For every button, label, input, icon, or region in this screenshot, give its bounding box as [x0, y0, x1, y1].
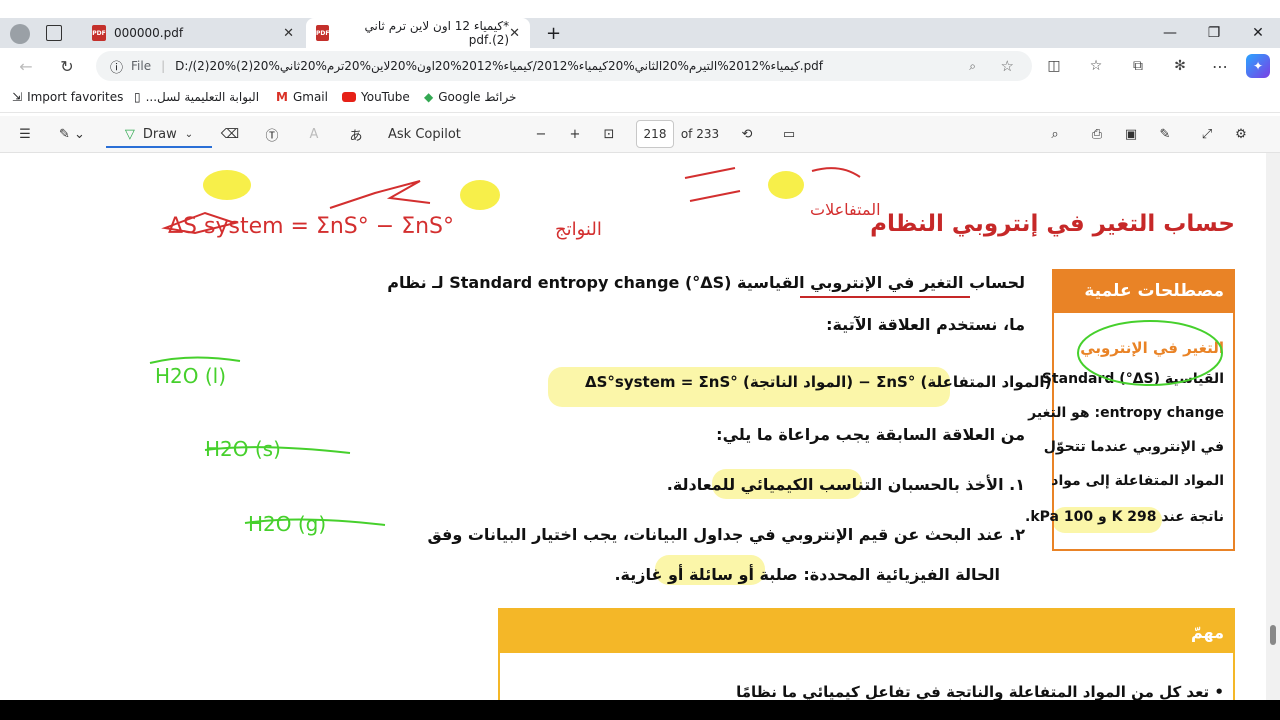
page-total: of 233: [680, 127, 720, 141]
favorites-bar: ⇲ Import favorites البوابة التعليمية لسل.…: [0, 84, 1280, 113]
refresh-icon[interactable]: ↻: [55, 54, 79, 78]
tab-strip: PDF 000000.pdf ✕ PDF *كيمياء 12 اون لاين…: [0, 18, 1280, 48]
favorite-maps[interactable]: ◆ Google خرائط: [424, 90, 516, 104]
print-icon[interactable]: ⎙: [1086, 122, 1108, 146]
page-number-input[interactable]: 218: [636, 120, 674, 148]
save-icon[interactable]: ▣: [1120, 122, 1142, 146]
ink-text-red: ΔS system = ΣnS° − ΣnS°: [168, 214, 454, 239]
restore-button[interactable]: ❐: [1192, 18, 1236, 48]
pdf-icon: PDF: [92, 25, 106, 41]
favorite-gmail[interactable]: M Gmail: [276, 90, 328, 104]
rotate-icon[interactable]: ⟲: [736, 122, 758, 146]
youtube-icon: [342, 92, 356, 102]
tab-label: *كيمياء 12 اون لاين ترم ثاني (2).pdf: [364, 19, 510, 47]
pdf-icon: PDF: [316, 25, 330, 41]
favorite-youtube[interactable]: YouTube: [342, 90, 410, 104]
pdf-page[interactable]: حساب التغير في إنتروبي النظام لحساب التغ…: [0, 153, 1280, 700]
gmail-icon: M: [276, 90, 288, 104]
split-screen-icon[interactable]: ◫: [1042, 54, 1066, 78]
ink-annotations: ΔS system = ΣnS° − ΣnS° النواتج المتفاعل…: [149, 167, 1223, 536]
eraser-icon[interactable]: ⌫: [218, 122, 242, 146]
favorites-icon[interactable]: ☆: [1084, 54, 1108, 78]
page-icon: ▯: [134, 90, 141, 104]
ink-text-red: المتفاعلات: [810, 200, 881, 219]
page-view-icon[interactable]: ▭: [778, 122, 800, 146]
favorite-star-icon[interactable]: ☆: [1001, 57, 1014, 75]
new-tab-button[interactable]: +: [536, 18, 566, 48]
ink-circle: [1077, 320, 1223, 386]
text-icon[interactable]: Ⓣ: [260, 122, 284, 146]
ink-highlight: [460, 180, 500, 210]
tab-chemistry-pdf[interactable]: PDF *كيمياء 12 اون لاين ترم ثاني (2).pdf…: [306, 18, 530, 48]
back-icon[interactable]: ←: [14, 54, 38, 78]
save-as-icon[interactable]: ✎: [1154, 122, 1176, 146]
fullscreen-icon[interactable]: ⤢: [1196, 122, 1218, 146]
vertical-scrollbar[interactable]: [1266, 153, 1280, 700]
info-icon[interactable]: ⓘ: [110, 57, 123, 76]
ink-highlight: [203, 170, 251, 200]
tab-actions-icon[interactable]: [46, 25, 62, 41]
fit-page-icon[interactable]: ⊡: [598, 122, 620, 146]
minimize-button[interactable]: —: [1148, 18, 1192, 48]
ink-text-green: H2O (s): [205, 437, 281, 461]
scheme-label: File: [131, 59, 152, 73]
favorite-import[interactable]: ⇲ Import favorites: [12, 90, 123, 104]
extensions-icon[interactable]: ✻: [1168, 54, 1192, 78]
close-tab-icon[interactable]: ✕: [509, 26, 520, 41]
scrollbar-thumb[interactable]: [1270, 625, 1276, 645]
address-bar[interactable]: ⓘ File | D:/(2)20%كيمياء%2012%التيرم%20ا…: [96, 51, 1032, 81]
collections-icon[interactable]: ⧉: [1126, 54, 1150, 78]
browser-window: PDF 000000.pdf ✕ PDF *كيمياء 12 اون لاين…: [0, 0, 1280, 700]
maps-icon: ◆: [424, 90, 434, 104]
more-menu-icon[interactable]: ⋯: [1208, 54, 1232, 78]
tab-label: 000000.pdf: [114, 26, 184, 40]
url-text: D:/(2)20%كيمياء%2012%التيرم%20الثاني%20ك…: [175, 59, 824, 73]
search-icon[interactable]: ⌕: [1044, 122, 1066, 146]
copilot-icon[interactable]: ✦: [1246, 54, 1270, 78]
close-window-button[interactable]: ✕: [1236, 18, 1280, 48]
zoom-out-button[interactable]: −: [530, 122, 552, 146]
ink-text-green: H2O (l): [155, 364, 226, 388]
zoom-icon[interactable]: ⌕: [969, 59, 976, 74]
profile-avatar[interactable]: [10, 24, 30, 44]
favorite-portal[interactable]: البوابة التعليمية لسل... ▯: [134, 90, 259, 104]
pen-icon: ▽: [124, 126, 135, 142]
ink-text-green: H2O (g): [248, 512, 326, 536]
read-aloud-icon[interactable]: A: [302, 122, 326, 146]
address-row: ← ↻ ⓘ File | D:/(2)20%كيمياء%2012%التيرم…: [0, 48, 1280, 84]
chevron-down-icon: ⌄: [184, 128, 194, 140]
highlight-icon[interactable]: ✎ ⌄: [52, 122, 92, 146]
ask-copilot-button[interactable]: Ask Copilot: [388, 122, 468, 146]
zoom-in-button[interactable]: +: [564, 122, 586, 146]
tab-000000[interactable]: PDF 000000.pdf ✕: [82, 18, 304, 48]
translate-icon[interactable]: あ: [344, 122, 368, 146]
settings-gear-icon[interactable]: ⚙: [1230, 122, 1252, 146]
draw-button[interactable]: ▽ Draw ⌄: [106, 122, 212, 148]
contents-icon[interactable]: ☰: [14, 122, 36, 146]
ink-highlight: [768, 171, 804, 199]
ink-text-red: النواتج: [555, 219, 602, 240]
close-tab-icon[interactable]: ✕: [283, 26, 294, 41]
pdf-toolbar: ☰ ✎ ⌄ ▽ Draw ⌄ ⌫ Ⓣ A あ Ask Copilot − + ⊡…: [0, 116, 1280, 153]
import-icon: ⇲: [12, 90, 23, 104]
